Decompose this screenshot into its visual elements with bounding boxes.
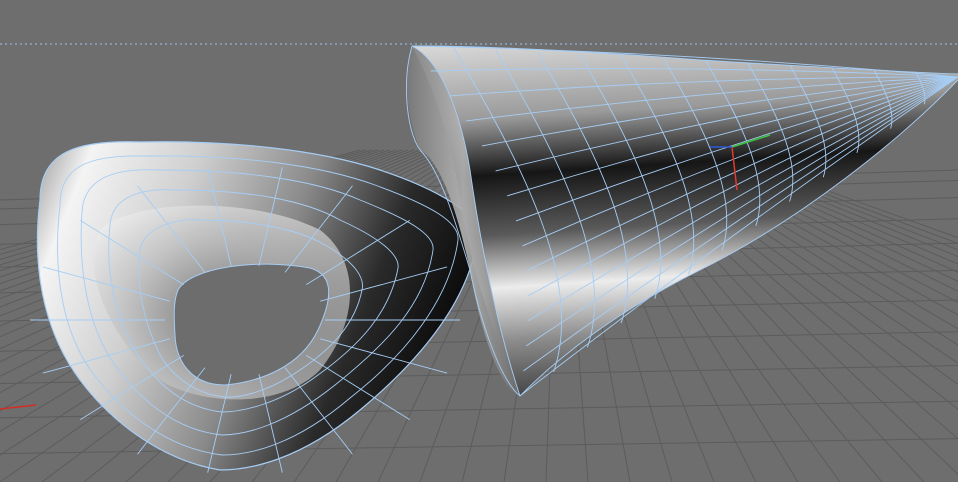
3d-viewport[interactable]: [0, 0, 958, 482]
world-x-axis: [0, 404, 37, 410]
ring-object[interactable]: [30, 141, 479, 473]
viewport-canvas[interactable]: [0, 0, 958, 482]
